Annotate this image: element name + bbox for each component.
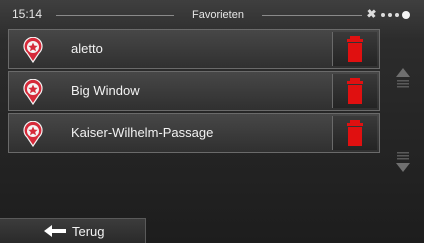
title-divider-right: [262, 15, 362, 16]
back-button[interactable]: Terug: [0, 218, 146, 243]
trash-icon: [347, 36, 363, 62]
delete-button[interactable]: [332, 32, 377, 66]
delete-button[interactable]: [332, 116, 377, 150]
favorite-name: Kaiser-Wilhelm-Passage: [71, 125, 214, 140]
list-item[interactable]: Big Window: [8, 71, 380, 111]
trash-icon: [347, 120, 363, 146]
favorite-pin-icon: [21, 36, 45, 64]
clock: 15:14: [12, 7, 43, 21]
page-title: Favorieten: [192, 9, 244, 21]
satellite-signal-icon[interactable]: [366, 5, 424, 23]
scroll-up-icon[interactable]: [393, 66, 413, 90]
trash-icon: [347, 78, 363, 104]
favorite-pin-icon: [21, 78, 45, 106]
title-divider-left: [56, 15, 174, 16]
back-label: Terug: [72, 224, 105, 239]
list-item[interactable]: aletto: [8, 29, 380, 69]
favorite-name: Big Window: [71, 83, 140, 98]
status-bar: 15:14 Favorieten: [0, 0, 424, 28]
arrow-left-icon: [44, 225, 66, 237]
scroll-down-icon[interactable]: [393, 150, 413, 174]
favorite-pin-icon: [21, 120, 45, 148]
favorites-screen: 15:14 Favorieten aletto Big Window Kaise…: [0, 0, 424, 243]
delete-button[interactable]: [332, 74, 377, 108]
favorite-name: aletto: [71, 41, 103, 56]
list-item[interactable]: Kaiser-Wilhelm-Passage: [8, 113, 380, 153]
favorites-list: aletto Big Window Kaiser-Wilhelm-Passage: [8, 29, 380, 155]
